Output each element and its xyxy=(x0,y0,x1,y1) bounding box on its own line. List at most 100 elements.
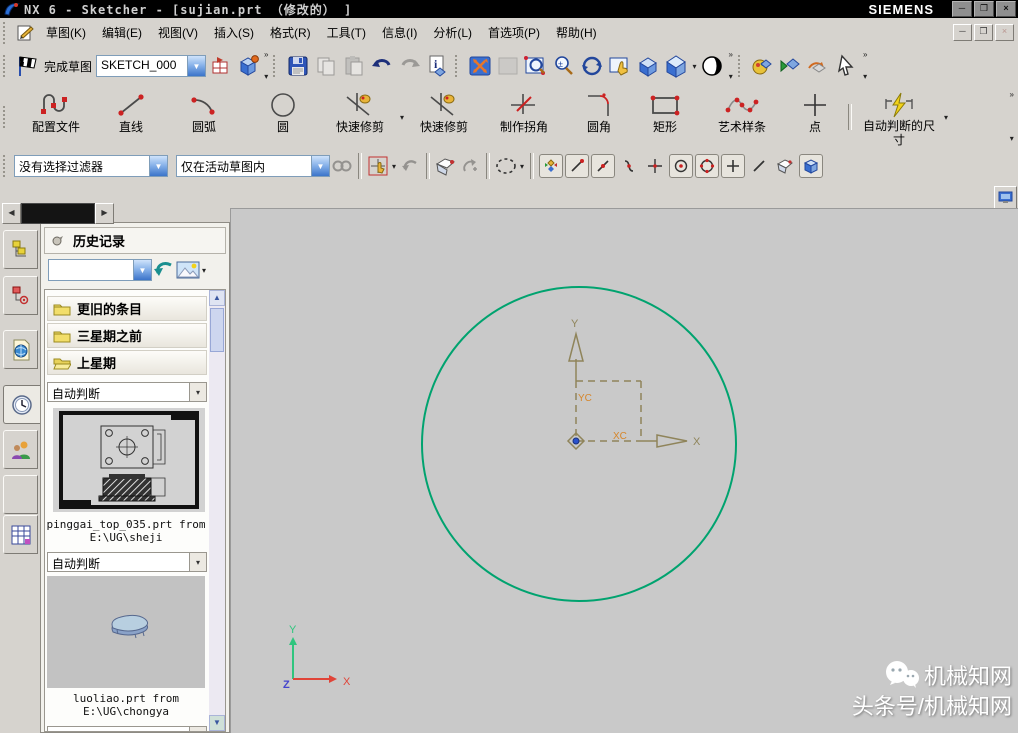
selection-filter-dropdown-icon[interactable]: ▼ xyxy=(149,156,167,176)
finish-sketch-button[interactable]: 完成草图 xyxy=(44,58,92,75)
menu-sketch[interactable]: 草图(K) xyxy=(38,21,94,44)
history-folder-older[interactable]: 更旧的条目 xyxy=(47,296,207,321)
menu-format[interactable]: 格式(R) xyxy=(262,21,319,44)
graphics-window[interactable]: Y X YC XC Y X Z xyxy=(230,208,1018,733)
reattach-sketch-button[interactable] xyxy=(206,52,234,80)
assembly-navigator-tab[interactable] xyxy=(3,230,38,269)
menu-view[interactable]: 视图(V) xyxy=(150,21,206,44)
snap-endpoint-toggle[interactable] xyxy=(565,154,589,178)
sketch-origin-point[interactable] xyxy=(573,438,579,444)
quick-trim-caret[interactable]: ▾ xyxy=(400,113,404,122)
web-browser-tab[interactable] xyxy=(3,330,38,369)
fullscreen-button[interactable] xyxy=(994,186,1017,209)
tool-quick-trim-2[interactable]: 快速修剪 xyxy=(406,87,482,147)
tool-quick-trim[interactable]: 快速修剪 xyxy=(322,87,398,147)
snap-enable-toggle[interactable] xyxy=(539,154,563,178)
true-shading-button[interactable] xyxy=(749,52,777,80)
history-thumbnail-luoliao[interactable] xyxy=(47,576,205,688)
role-toolbar-overflow[interactable]: »▾ xyxy=(863,51,867,81)
snap-quadrant-toggle[interactable] xyxy=(695,154,719,178)
card-filter-combobox[interactable]: 自动判断 ▾ xyxy=(47,382,207,402)
tool-circle[interactable]: 圆 xyxy=(244,87,322,147)
inferred-dimensions-caret[interactable]: ▾ xyxy=(944,113,948,122)
snap-midpoint-toggle[interactable] xyxy=(591,154,615,178)
history-thumbnail-pinggai[interactable] xyxy=(53,408,205,512)
tool-profile[interactable]: 配置文件 xyxy=(14,87,98,147)
window-close-button[interactable]: × xyxy=(996,1,1016,17)
tool-point[interactable]: 点 xyxy=(786,87,844,147)
menu-analysis[interactable]: 分析(L) xyxy=(425,21,480,44)
menubar-drag-handle[interactable] xyxy=(3,22,10,44)
history-back-button[interactable] xyxy=(152,258,176,282)
collaboration-tab[interactable] xyxy=(3,430,38,469)
format-navigator-tab[interactable] xyxy=(3,515,38,554)
fit-view-button[interactable] xyxy=(466,52,494,80)
history-folder-last-week[interactable]: 上星期 xyxy=(47,350,207,375)
tab-scroll-right-button[interactable]: ▶ xyxy=(95,203,114,224)
solid-body-toggle[interactable] xyxy=(799,154,823,178)
doc-close-button[interactable]: × xyxy=(995,24,1014,41)
tool-make-corner[interactable]: 制作拐角 xyxy=(482,87,566,147)
tool-arc[interactable]: 圆弧 xyxy=(164,87,244,147)
finish-toolbar-overflow[interactable]: »▾ xyxy=(264,51,268,81)
selection-bar-handle[interactable] xyxy=(3,155,10,177)
role-toolbar-handle[interactable] xyxy=(738,55,745,77)
sketch-name-dropdown-icon[interactable]: ▼ xyxy=(187,56,205,76)
snap-point-toggle[interactable] xyxy=(721,154,745,178)
selection-scope-combobox[interactable]: 仅在活动草图内 ▼ xyxy=(176,155,330,177)
history-folder-three-weeks[interactable]: 三星期之前 xyxy=(47,323,207,348)
sketch-name-combobox[interactable]: SKETCH_000 ▼ xyxy=(96,55,206,77)
refresh-facets-button[interactable] xyxy=(805,52,833,80)
save-button[interactable] xyxy=(284,52,312,80)
card-filter-combobox[interactable]: 自动判断 ▾ xyxy=(47,726,207,732)
undo-button[interactable] xyxy=(368,52,396,80)
tool-studio-spline[interactable]: 艺术样条 xyxy=(698,87,786,147)
snap-point-button[interactable] xyxy=(366,154,390,178)
perspective-view-button[interactable] xyxy=(634,52,662,80)
lasso-button[interactable] xyxy=(494,154,518,178)
doc-restore-button[interactable]: ❐ xyxy=(974,24,993,41)
zoom-in-out-button[interactable]: ± xyxy=(550,52,578,80)
sketch-circle[interactable] xyxy=(422,287,736,601)
face-finder-button[interactable] xyxy=(434,154,458,178)
start-visualization-button[interactable] xyxy=(777,52,805,80)
blank-resource-tab[interactable] xyxy=(3,475,38,514)
shaded-view-button[interactable] xyxy=(662,52,690,80)
tool-line[interactable]: 直线 xyxy=(98,87,164,147)
shaded-view-caret[interactable]: ▾ xyxy=(692,62,696,71)
selection-filter-combobox[interactable]: 没有选择过滤器 ▼ xyxy=(14,155,168,177)
finish-toolbar-handle[interactable] xyxy=(3,55,10,77)
pan-view-button[interactable] xyxy=(606,52,634,80)
card-filter-combobox[interactable]: 自动判断 ▾ xyxy=(47,552,207,572)
select-tool-button[interactable] xyxy=(833,52,861,80)
card-filter-dropdown-icon[interactable]: ▾ xyxy=(189,383,206,401)
snap-intersection-toggle[interactable] xyxy=(643,154,667,178)
constraint-navigator-tab[interactable] xyxy=(3,276,38,315)
menu-information[interactable]: 信息(I) xyxy=(374,21,425,44)
view-toolbar-overflow[interactable]: »▾ xyxy=(728,51,732,81)
information-button[interactable]: i xyxy=(424,52,452,80)
lasso-caret[interactable]: ▾ xyxy=(520,162,524,171)
view-toolbar-handle[interactable] xyxy=(455,55,462,77)
menu-edit[interactable]: 编辑(E) xyxy=(94,21,150,44)
selection-scope-dropdown-icon[interactable]: ▼ xyxy=(311,156,329,176)
menu-help[interactable]: 帮助(H) xyxy=(548,21,605,44)
std-toolbar-handle[interactable] xyxy=(273,55,280,77)
zoom-window-button[interactable] xyxy=(522,52,550,80)
tab-scroll-left-button[interactable]: ◀ xyxy=(2,203,21,224)
orient-view-to-sketch-button[interactable] xyxy=(234,52,262,80)
scrollbar-thumb[interactable] xyxy=(210,308,224,352)
snap-point-caret[interactable]: ▾ xyxy=(392,162,396,171)
snap-on-curve-toggle[interactable] xyxy=(617,154,641,178)
history-tab-active[interactable] xyxy=(3,385,41,424)
card-filter-dropdown-icon[interactable]: ▾ xyxy=(189,727,206,732)
tool-inferred-dimensions[interactable]: 自动判断的尺寸 xyxy=(856,87,942,147)
snap-arc-center-toggle[interactable] xyxy=(669,154,693,178)
snap-face-toggle[interactable] xyxy=(773,154,797,178)
scroll-down-button[interactable]: ▼ xyxy=(209,715,225,731)
menu-insert[interactable]: 插入(S) xyxy=(206,21,262,44)
history-search-dropdown-icon[interactable]: ▼ xyxy=(133,260,151,280)
tool-rectangle[interactable]: 矩形 xyxy=(632,87,698,147)
tool-fillet[interactable]: 圆角 xyxy=(566,87,632,147)
preview-style-button[interactable] xyxy=(176,258,200,282)
